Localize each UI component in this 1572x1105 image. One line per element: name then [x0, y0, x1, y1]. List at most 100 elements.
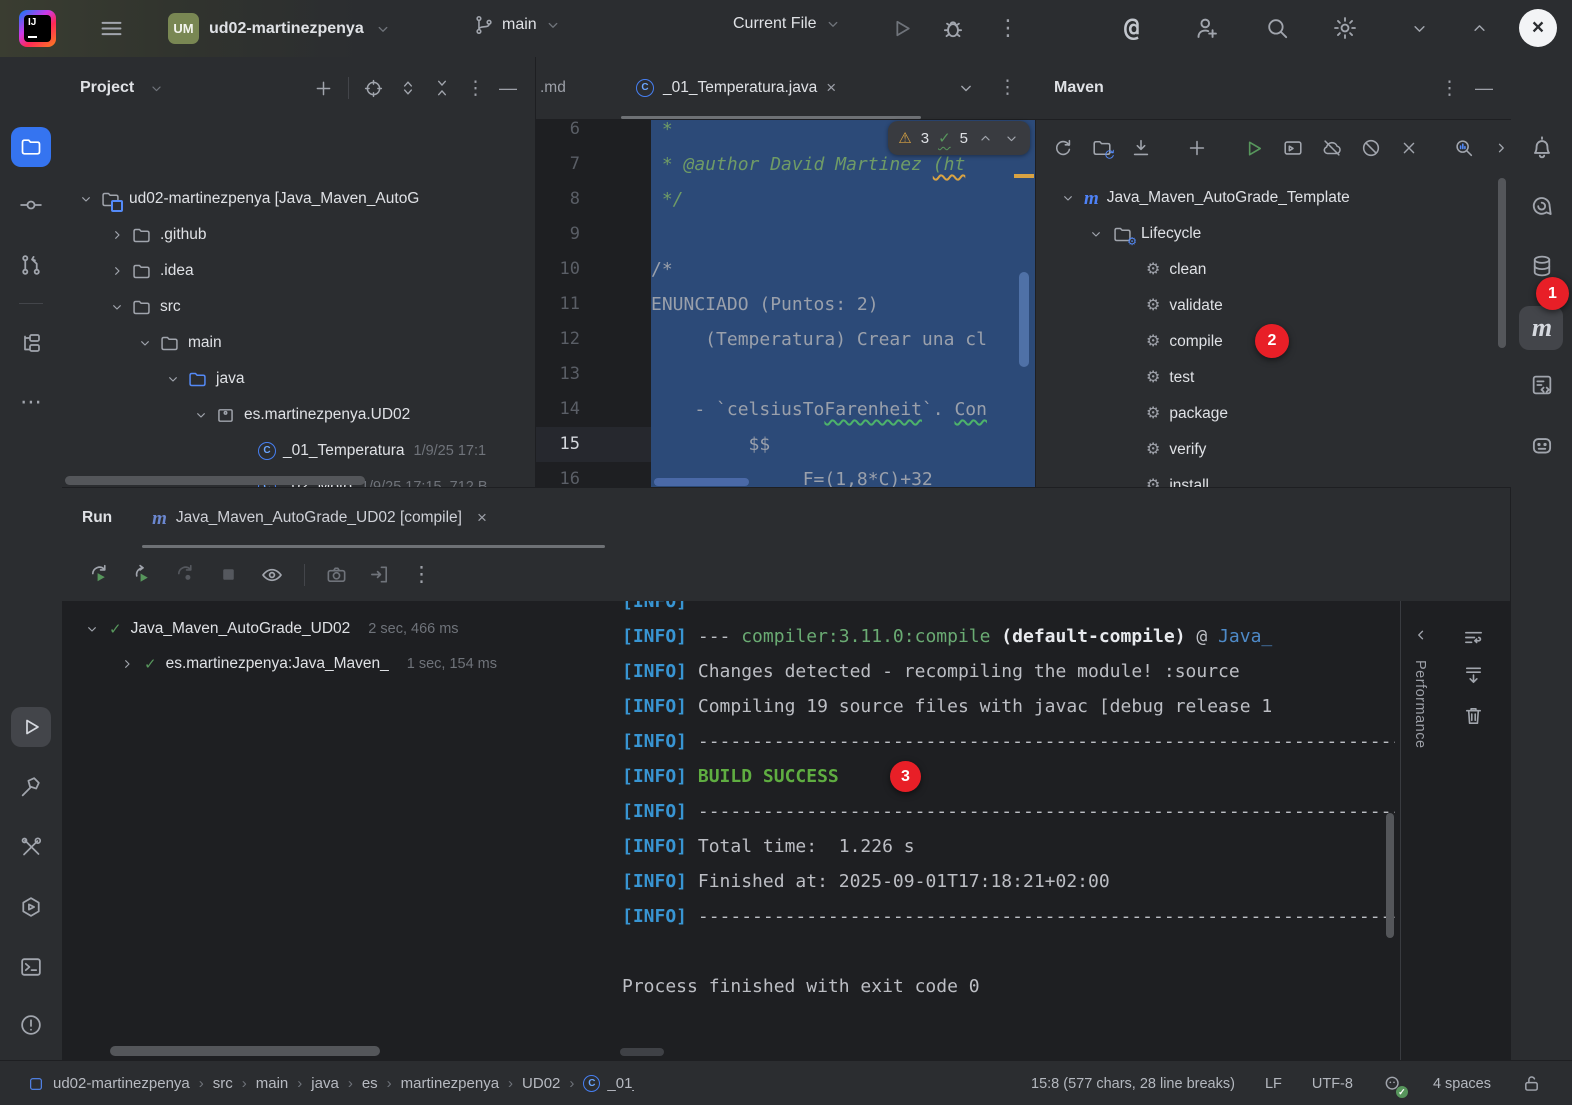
project-panel-title[interactable]: Project — [80, 79, 134, 97]
notifications-bell-icon[interactable] — [1529, 134, 1555, 160]
settings-gear-icon[interactable] — [1332, 15, 1358, 41]
inspections-widget[interactable]: ⚠ 3 ✓ 5 — [888, 121, 1030, 155]
intellij-logo[interactable]: IJ — [19, 10, 56, 47]
commit-tool-icon[interactable] — [19, 193, 44, 218]
run-tree-child[interactable]: ✓ es.martinezpenya:Java_Maven_ 1 sec, 15… — [119, 646, 497, 681]
project-hscrollbar[interactable] — [65, 476, 365, 485]
run-button[interactable] — [889, 16, 914, 41]
performance-tab[interactable]: Performance — [1412, 660, 1428, 749]
breadcrumb-item[interactable]: UD02 — [522, 1075, 560, 1092]
maven-goal-test[interactable]: ⚙ test — [1036, 360, 1511, 396]
search-everywhere-icon[interactable] — [1264, 15, 1290, 41]
breadcrumb-item[interactable]: ud02-martinezpenya — [53, 1075, 190, 1092]
tree-row-github[interactable]: .github — [62, 217, 535, 253]
close-tab-icon[interactable]: × — [826, 78, 836, 98]
terminal-tool-icon[interactable] — [19, 955, 44, 980]
code-line[interactable]: (Temperatura) Crear una cl — [651, 322, 1036, 357]
dev-tools-icon[interactable] — [19, 835, 43, 859]
project-widget[interactable]: UM ud02-martinezpenya — [168, 13, 392, 44]
debug-button[interactable] — [940, 15, 966, 41]
collapse-all-icon[interactable] — [432, 78, 452, 98]
line-ending-widget[interactable]: LF — [1265, 1076, 1282, 1092]
breadcrumb-item[interactable]: java — [311, 1075, 339, 1092]
tree-row-temperatura[interactable]: C _01_Temperatura 1/9/25 17:1 — [62, 433, 535, 469]
code-with-me-icon[interactable] — [1194, 15, 1221, 42]
editor-options-kebab[interactable]: ⋮ — [998, 78, 1017, 97]
ai-chat-tool-icon[interactable] — [1529, 194, 1555, 220]
console-hscrollbar[interactable] — [620, 1048, 664, 1056]
code-line[interactable]: - `celsiusToFarenheit`. Con — [651, 392, 1036, 427]
more-toolbar-chevron-icon[interactable] — [1492, 139, 1510, 157]
breadcrumb-item-class[interactable]: _01_Temperatura — [607, 1075, 634, 1092]
new-file-plus-icon[interactable] — [313, 78, 334, 99]
prev-problem-icon[interactable] — [977, 130, 994, 147]
maven-collapse-all-icon[interactable] — [1399, 138, 1419, 158]
add-maven-project-icon[interactable] — [1186, 137, 1208, 159]
ai-assistant-icon[interactable]: @ — [1124, 13, 1140, 43]
maven-goal-package[interactable]: ⚙ package — [1036, 396, 1511, 432]
maven-goal-validate[interactable]: ⚙ validate — [1036, 288, 1511, 324]
vcs-widget[interactable]: main — [473, 14, 562, 36]
gradle-robot-icon[interactable] — [1529, 432, 1555, 458]
tree-row-package[interactable]: es.martinezpenya.UD02 — [62, 397, 535, 433]
run-more-kebab[interactable]: ⋮ — [411, 564, 432, 585]
inspect-output-eye-icon[interactable] — [260, 563, 284, 587]
main-menu-icon[interactable] — [98, 15, 125, 42]
expand-all-icon[interactable] — [398, 78, 418, 98]
hide-panel-icon[interactable]: — — [499, 79, 517, 97]
sync-all-projects-icon[interactable] — [1091, 137, 1113, 159]
hide-toolbar-chevron-icon[interactable] — [1409, 18, 1430, 39]
download-sources-icon[interactable] — [1130, 137, 1152, 159]
breadcrumb-item[interactable]: es — [362, 1075, 378, 1092]
clear-console-trash-icon[interactable] — [1462, 704, 1485, 727]
analysis-status-icon[interactable]: ✓ — [1383, 1074, 1408, 1098]
breadcrumb-item[interactable]: martinezpenya — [401, 1075, 499, 1092]
close-run-tab-icon[interactable]: × — [477, 508, 487, 528]
tree-row-java[interactable]: java — [62, 361, 535, 397]
services-tool-icon[interactable] — [19, 895, 44, 920]
maven-row-lifecycle[interactable]: ⚙ Lifecycle — [1036, 216, 1511, 252]
encoding-widget[interactable]: UTF-8 — [1312, 1076, 1353, 1092]
code-line[interactable] — [651, 217, 1036, 252]
run-tree-hscrollbar[interactable] — [110, 1046, 380, 1056]
editor-hscrollbar[interactable] — [654, 478, 749, 486]
collapse-chevron-icon[interactable] — [1469, 18, 1490, 39]
skip-tests-icon[interactable] — [1360, 137, 1382, 159]
run-tree-root[interactable]: ✓ Java_Maven_AutoGrade_UD02 2 sec, 466 m… — [84, 611, 459, 646]
more-actions-kebab[interactable]: ⋮ — [997, 17, 1019, 39]
maven-options-kebab[interactable]: ⋮ — [1440, 79, 1459, 98]
maven-goal-clean[interactable]: ⚙ clean — [1036, 252, 1511, 288]
lock-open-icon[interactable] — [1521, 1073, 1542, 1094]
project-options-kebab[interactable]: ⋮ — [466, 79, 485, 98]
run-console[interactable]: [INFO] [INFO] --- compiler:3.11.0:compil… — [622, 601, 1395, 1061]
overlay-close-button[interactable]: × — [1519, 9, 1557, 47]
offline-mode-icon[interactable] — [1321, 137, 1343, 159]
problems-tool-icon[interactable] — [19, 1013, 44, 1038]
tab-temperatura-active[interactable]: C _01_Temperatura.java × — [636, 57, 836, 119]
code-line[interactable]: $$ — [651, 427, 1036, 462]
editor-vscrollbar[interactable] — [1019, 272, 1029, 367]
run-maven-goal-icon[interactable] — [1242, 137, 1265, 160]
scroll-to-end-icon[interactable] — [1462, 664, 1485, 687]
rerun-with-profile-icon[interactable] — [131, 563, 154, 586]
dependency-analyzer-icon[interactable] — [1453, 137, 1475, 159]
code-line[interactable] — [651, 357, 1036, 392]
caret-position-widget[interactable]: 15:8 (577 chars, 28 line breaks) — [1031, 1076, 1235, 1092]
console-vscrollbar[interactable] — [1386, 813, 1394, 938]
pull-requests-tool-icon[interactable] — [19, 253, 44, 278]
hide-maven-panel-icon[interactable]: — — [1475, 79, 1493, 97]
tree-row-src[interactable]: src — [62, 289, 535, 325]
next-problem-icon[interactable] — [1003, 130, 1020, 147]
select-opened-file-icon[interactable] — [363, 78, 384, 99]
tab-list-chevron-icon[interactable] — [956, 78, 976, 98]
execute-maven-goal-icon[interactable] — [1282, 137, 1304, 159]
tree-row-project-root[interactable]: ud02-martinezpenya [Java_Maven_AutoG — [62, 181, 535, 217]
soft-wrap-icon[interactable] — [1462, 626, 1485, 649]
tree-row-idea[interactable]: .idea — [62, 253, 535, 289]
tab-readme[interactable]: .md — [540, 57, 566, 119]
breadcrumb-item[interactable]: main — [256, 1075, 289, 1092]
collapse-performance-icon[interactable] — [1412, 626, 1430, 644]
maven-vscrollbar[interactable] — [1498, 178, 1506, 348]
maven-goal-verify[interactable]: ⚙ verify — [1036, 432, 1511, 468]
code-line[interactable]: */ — [651, 182, 1036, 217]
